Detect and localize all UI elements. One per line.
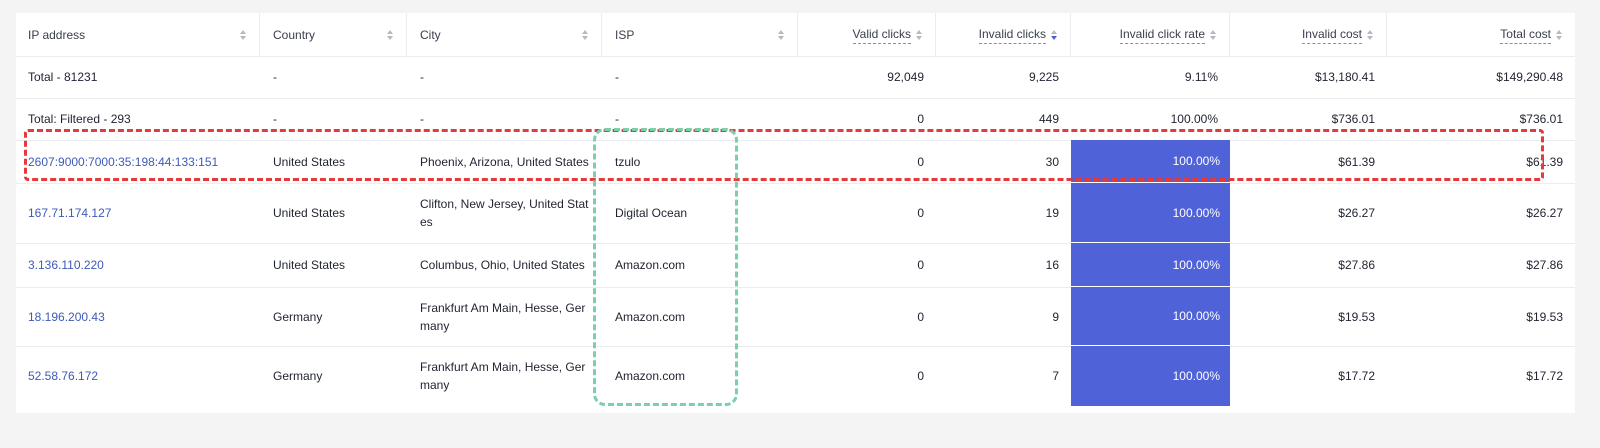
filtered-total-invalid-click-rate: 100.00% (1170, 112, 1218, 126)
invalid-cost-cell: $61.39 (1338, 154, 1375, 169)
header-country[interactable]: Country (260, 13, 407, 56)
header-invalid-click-rate[interactable]: Invalid click rate (1071, 13, 1230, 56)
total-cost-cell: $26.27 (1526, 206, 1563, 220)
sort-icon[interactable] (1367, 29, 1374, 40)
city-cell: Frankfurt Am Main, Hesse, Germany (420, 360, 586, 392)
header-invalid-click-rate-label: Invalid click rate (1119, 25, 1205, 44)
header-invalid-clicks[interactable]: Invalid clicks (936, 13, 1071, 56)
isp-cell: Amazon.com (615, 309, 686, 324)
ip-link[interactable]: 2607:9000:7000:35:198:44:133:151 (16, 140, 260, 183)
header-invalid-cost[interactable]: Invalid cost (1230, 13, 1387, 56)
total-isp: - (615, 70, 619, 84)
table-row[interactable]: 2607:9000:7000:35:198:44:133:151 United … (16, 140, 1575, 184)
total-invalid-clicks: 9,225 (1028, 70, 1059, 84)
filtered-total-isp: - (615, 112, 619, 126)
table-row[interactable]: 52.58.76.172 Germany Frankfurt Am Main, … (16, 346, 1575, 406)
country-cell: United States (273, 154, 346, 169)
valid-clicks-cell: 0 (917, 154, 924, 169)
total-invalid-cost: $13,180.41 (1314, 70, 1375, 84)
invalid-click-rate-cell: 100.00% (1071, 243, 1230, 287)
invalid-click-rate-cell: 100.00% (1071, 140, 1230, 183)
ip-link[interactable]: 18.196.200.43 (16, 287, 260, 346)
header-isp-label: ISP (615, 27, 635, 42)
filtered-total-total-cost: $736.01 (1519, 112, 1563, 126)
invalid-clicks-cell: 16 (1045, 258, 1059, 272)
total-cost-cell: $17.72 (1526, 369, 1563, 383)
header-invalid-cost-label: Invalid cost (1301, 25, 1362, 44)
filtered-total-invalid-cost: $736.01 (1331, 112, 1375, 126)
valid-clicks-cell: 0 (917, 309, 924, 324)
city-cell: Frankfurt Am Main, Hesse, Germany (420, 300, 586, 333)
header-valid-clicks[interactable]: Valid clicks (798, 13, 936, 56)
invalid-clicks-cell: 30 (1045, 154, 1059, 169)
sort-icon[interactable] (582, 29, 589, 40)
city-cell: Clifton, New Jersey, United States (420, 197, 589, 229)
valid-clicks-cell: 0 (917, 206, 924, 220)
header-country-label: Country (273, 27, 316, 42)
ip-link[interactable]: 3.136.110.220 (16, 243, 260, 287)
total-country: - (273, 70, 277, 84)
city-cell: Phoenix, Arizona, United States (420, 154, 589, 169)
filtered-total-label: Total: Filtered - 293 (28, 112, 131, 126)
isp-cell: tzulo (615, 154, 641, 169)
total-total-cost: $149,290.48 (1496, 70, 1563, 84)
valid-clicks-cell: 0 (917, 258, 924, 272)
invalid-cost-cell: $17.72 (1338, 369, 1375, 383)
header-ip[interactable]: IP address (16, 13, 260, 56)
ip-link[interactable]: 52.58.76.172 (16, 346, 260, 406)
country-cell: United States (273, 258, 346, 272)
filtered-total-country: - (273, 112, 277, 126)
sort-desc-icon[interactable] (1051, 29, 1058, 40)
country-cell: Germany (273, 369, 323, 383)
country-cell: Germany (273, 309, 323, 324)
total-valid-clicks: 92,049 (887, 70, 924, 84)
sort-icon[interactable] (778, 29, 785, 40)
ip-report-table: IP address Country City ISP Valid clicks… (16, 13, 1575, 413)
city-cell: Columbus, Ohio, United States (420, 258, 585, 272)
total-cost-cell: $19.53 (1526, 309, 1563, 324)
sort-icon[interactable] (240, 29, 247, 40)
filtered-total-row: Total: Filtered - 293 - - - 0 449 100.00… (16, 98, 1575, 141)
total-cost-cell: $27.86 (1526, 258, 1563, 272)
invalid-cost-cell: $26.27 (1338, 206, 1375, 220)
header-total-cost-label: Total cost (1500, 25, 1551, 44)
header-isp[interactable]: ISP (602, 13, 798, 56)
isp-cell: Amazon.com (615, 369, 686, 383)
country-cell: United States (273, 206, 346, 220)
invalid-clicks-cell: 19 (1045, 206, 1059, 220)
isp-cell: Amazon.com (615, 258, 686, 272)
header-invalid-clicks-label: Invalid clicks (978, 25, 1046, 44)
invalid-cost-cell: $19.53 (1338, 309, 1375, 324)
invalid-cost-cell: $27.86 (1338, 258, 1375, 272)
sort-icon[interactable] (1210, 29, 1217, 40)
invalid-clicks-cell: 7 (1052, 369, 1059, 383)
total-cost-cell: $61.39 (1526, 154, 1563, 169)
table-row[interactable]: 167.71.174.127 United States Clifton, Ne… (16, 183, 1575, 244)
header-city[interactable]: City (407, 13, 602, 56)
header-city-label: City (420, 27, 441, 42)
total-row: Total - 81231 - - - 92,049 9,225 9.11% $… (16, 56, 1575, 99)
total-city: - (420, 70, 424, 84)
filtered-total-valid-clicks: 0 (917, 112, 924, 126)
table-row[interactable]: 18.196.200.43 Germany Frankfurt Am Main,… (16, 287, 1575, 347)
table-row[interactable]: 3.136.110.220 United States Columbus, Oh… (16, 243, 1575, 288)
invalid-clicks-cell: 9 (1052, 309, 1059, 324)
sort-icon[interactable] (387, 29, 394, 40)
invalid-click-rate-cell: 100.00% (1071, 346, 1230, 406)
header-ip-label: IP address (28, 27, 86, 42)
invalid-click-rate-cell: 100.00% (1071, 183, 1230, 243)
filtered-total-invalid-clicks: 449 (1038, 112, 1059, 126)
invalid-click-rate-cell: 100.00% (1071, 287, 1230, 346)
isp-cell: Digital Ocean (615, 206, 688, 220)
header-total-cost[interactable]: Total cost (1387, 13, 1575, 56)
total-label: Total - 81231 (28, 70, 98, 84)
filtered-total-city: - (420, 112, 424, 126)
table-header: IP address Country City ISP Valid clicks… (16, 13, 1575, 57)
sort-icon[interactable] (916, 29, 923, 40)
valid-clicks-cell: 0 (917, 369, 924, 383)
total-invalid-click-rate: 9.11% (1184, 70, 1218, 84)
ip-link[interactable]: 167.71.174.127 (16, 183, 260, 243)
sort-icon[interactable] (1556, 29, 1563, 40)
header-valid-clicks-label: Valid clicks (852, 25, 911, 44)
